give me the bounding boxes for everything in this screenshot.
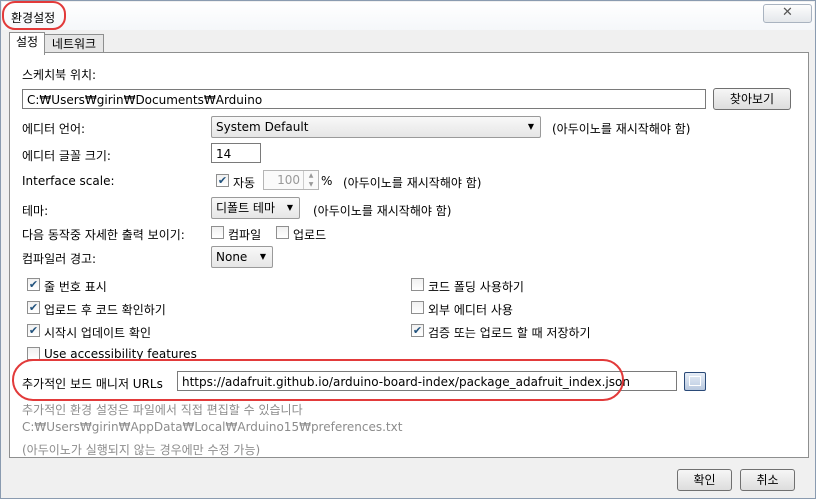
close-button[interactable]: ✕ [763,4,812,23]
external-editor-label: 외부 에디터 사용 [428,303,513,317]
checkmark-icon: ✔ [28,324,39,337]
compiler-warnings-label: 컴파일러 경고: [22,252,97,266]
line-numbers-label: 줄 번호 표시 [44,280,107,294]
expand-window-icon[interactable] [684,372,706,391]
chevron-down-icon: ▼ [259,252,266,261]
verbose-label: 다음 동작중 자세한 출력 보이기: [22,228,185,242]
external-editor-checkbox[interactable] [411,301,424,314]
sketchbook-path-input[interactable]: C:₩Users₩girin₩Documents₩Arduino [22,89,706,109]
checkmark-icon: ✔ [28,278,39,291]
title-highlight-circle [2,1,66,30]
editor-language-select[interactable]: System Default ▼ [211,116,541,138]
browse-button[interactable]: 찾아보기 [713,88,791,110]
verbose-compile-checkbox[interactable] [211,226,224,239]
theme-note: (아두이노를 재시작해야 함) [313,204,452,218]
editor-font-size-input[interactable]: 14 [211,143,261,163]
save-on-verify-label: 검증 또는 업로드 할 때 저장하기 [428,326,591,340]
editor-language-label: 에디터 언어: [22,122,86,136]
editor-font-label: 에디터 글꼴 크기: [22,149,111,163]
interface-scale-value: 100 [277,173,300,187]
checkmark-icon: ✔ [28,301,39,314]
compiler-warnings-select[interactable]: None ▼ [211,246,273,268]
interface-scale-note: (아두이노를 재시작해야 함) [343,176,482,190]
interface-scale-spinner[interactable]: 100 ▲ ▼ [263,170,319,190]
prefs-file-path: C:₩Users₩girin₩AppData₩Local₩Arduino15₩p… [22,420,403,434]
compiler-warnings-value: None [216,250,248,264]
tab-network-label: 네트워크 [51,37,97,51]
sketchbook-label: 스케치북 위치: [22,68,97,82]
verify-after-upload-label: 업로드 후 코드 확인하기 [44,303,166,317]
save-on-verify-checkbox[interactable]: ✔ [411,324,424,337]
theme-select[interactable]: 디폴트 테마 ▼ [211,197,300,219]
editor-language-note: (아두이노를 재시작해야 함) [552,122,691,136]
cancel-button[interactable]: 취소 [740,469,795,491]
tab-settings-label: 설정 [15,35,39,49]
checkmark-icon: ✔ [217,174,228,187]
check-updates-label: 시작시 업데이트 확인 [44,326,151,340]
board-urls-highlight-circle [12,359,624,401]
interface-scale-auto-label: 자동 [233,176,256,190]
verbose-upload-label: 업로드 [293,228,327,242]
code-folding-checkbox[interactable] [411,278,424,291]
tab-settings[interactable]: 설정 [9,32,45,55]
check-updates-checkbox[interactable]: ✔ [27,324,40,337]
theme-label: 테마: [22,204,49,218]
verbose-compile-label: 컴파일 [228,228,262,242]
theme-value: 디폴트 테마 [216,201,276,215]
checkmark-icon: ✔ [412,324,423,337]
verify-after-upload-checkbox[interactable]: ✔ [27,301,40,314]
ok-button[interactable]: 확인 [677,469,732,491]
verbose-upload-checkbox[interactable] [276,226,289,239]
code-folding-label: 코드 폴딩 사용하기 [428,280,524,294]
title-bar[interactable]: 환경설정 ✕ [2,2,814,30]
editor-language-value: System Default [216,120,309,134]
chevron-down-icon: ▼ [286,203,293,212]
close-icon: ✕ [782,5,793,20]
line-numbers-checkbox[interactable]: ✔ [27,278,40,291]
interface-scale-label: Interface scale: [22,174,115,188]
interface-scale-unit: % [321,174,333,188]
interface-scale-auto-checkbox[interactable]: ✔ [216,174,229,187]
prefs-edit-note: (아두이노가 실행되지 않는 경우에만 수정 가능) [22,443,261,457]
spinner-arrows-icon[interactable]: ▲ ▼ [303,171,318,189]
chevron-down-icon: ▼ [527,122,534,131]
prefs-file-note: 추가적인 환경 설정은 파일에서 직접 편집할 수 있습니다 [22,403,303,417]
